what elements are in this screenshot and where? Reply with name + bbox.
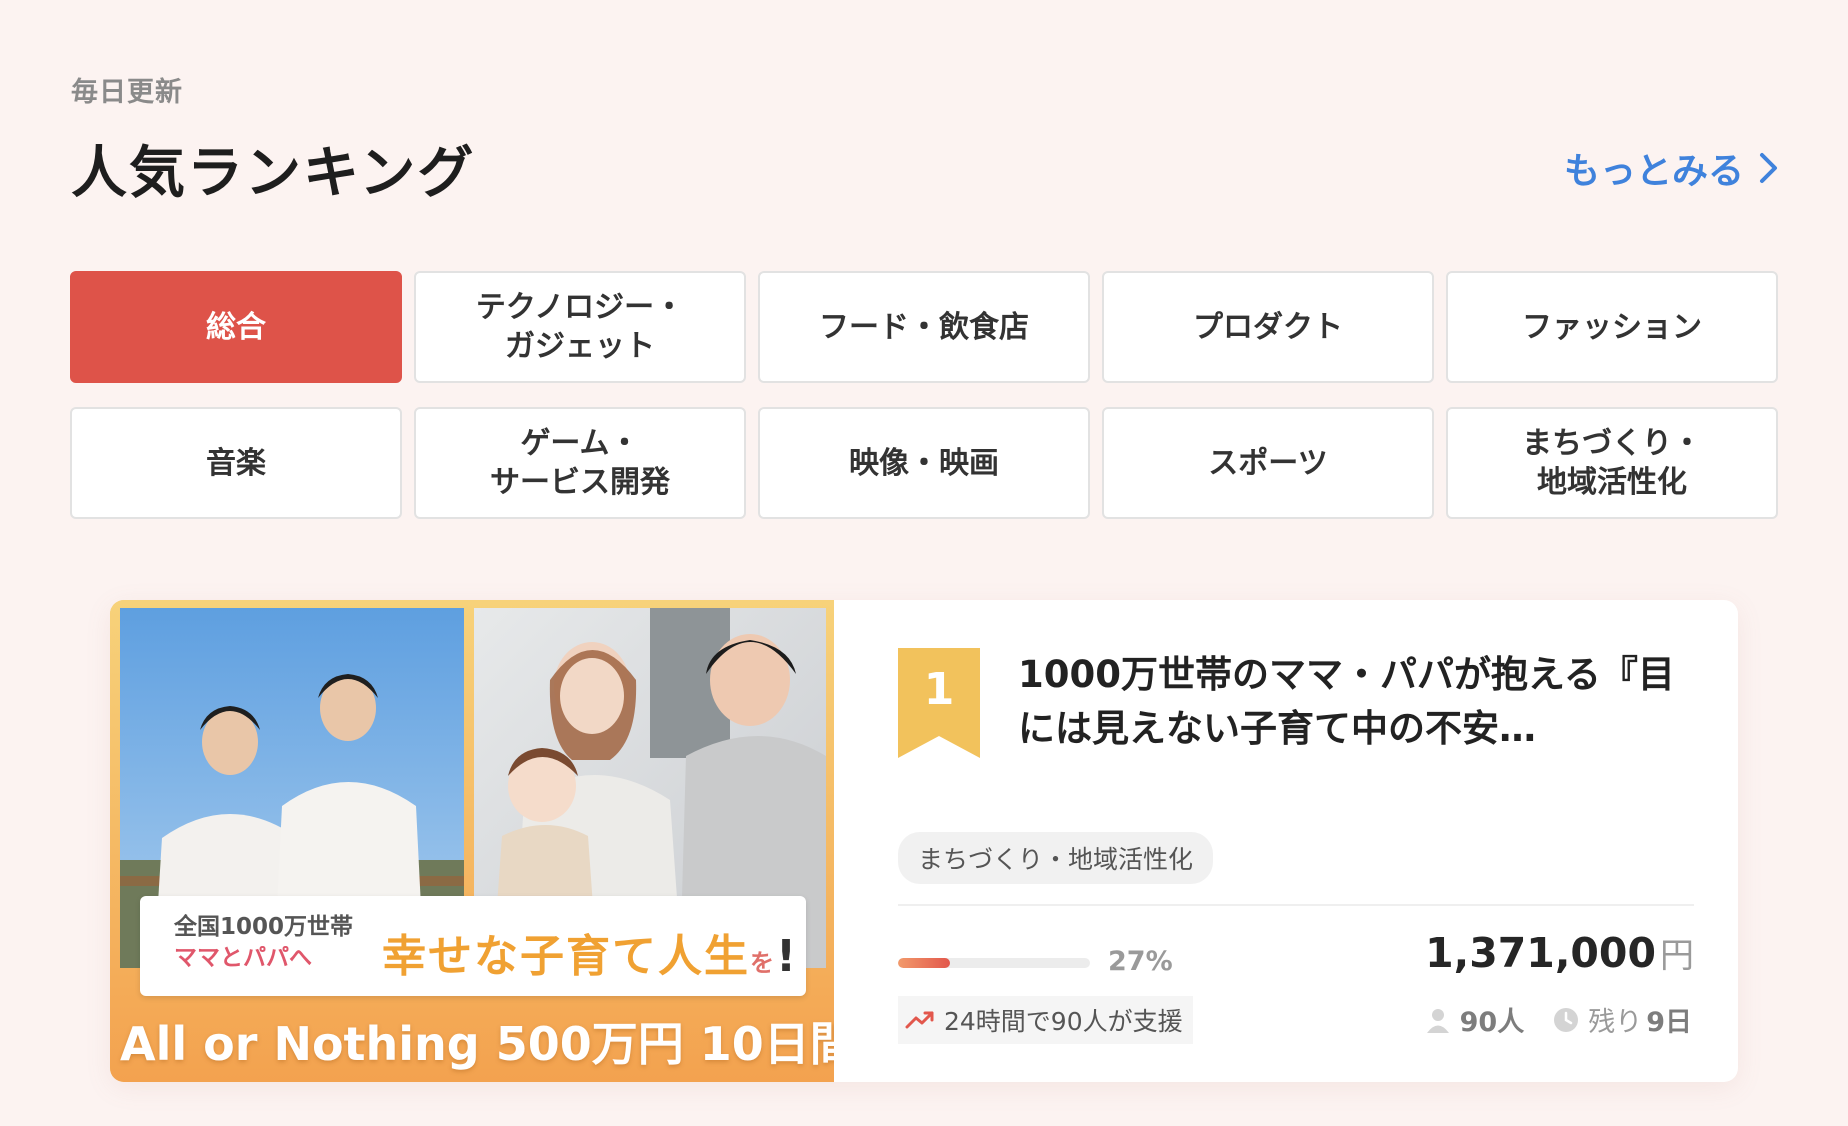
category-tab-overall[interactable]: 総合 [70, 271, 402, 383]
category-tab-fashion[interactable]: ファッション [1446, 271, 1778, 383]
category-tab-game[interactable]: ゲーム・ サービス開発 [414, 407, 746, 519]
category-tabs: 総合 テクノロジー・ ガジェット フード・飲食店 プロダクト ファッション 音楽… [70, 271, 1778, 519]
progress-bar [898, 958, 1090, 968]
project-title[interactable]: 1000万世帯のママ・パパが抱える『目には見えない子育て中の不安… [1018, 648, 1698, 755]
category-tab-sports[interactable]: スポーツ [1102, 407, 1434, 519]
category-tab-product[interactable]: プロダクト [1102, 271, 1434, 383]
banner-line-1: 全国1000万世帯 [174, 914, 354, 940]
amount-value: 1,371,000 [1425, 929, 1656, 977]
project-thumbnail[interactable]: 全国1000万世帯 ママとパパへ 幸せな子育て人生を! All or Nothi… [110, 600, 834, 1082]
progress-percent: 27% [1108, 946, 1173, 977]
more-link-label: もっとみる [1563, 151, 1744, 192]
trend-text: 24時間で90人が支援 [944, 1007, 1183, 1036]
chevron-right-icon [1760, 153, 1777, 183]
category-tab-music[interactable]: 音楽 [70, 407, 402, 519]
progress-bar-fill [898, 958, 950, 968]
ranking-section: 毎日更新 人気ランキング もっとみる 総合 テクノロジー・ ガジェット フード・… [0, 0, 1848, 1126]
category-tab-community[interactable]: まちづくり・ 地域活性化 [1446, 407, 1778, 519]
category-tab-movie[interactable]: 映像・映画 [758, 407, 1090, 519]
more-link[interactable]: もっとみる [1564, 142, 1782, 194]
section-eyebrow: 毎日更新 [71, 77, 183, 108]
thumbnail-caption: All or Nothing 500万円 10日間 [120, 1017, 834, 1071]
banner-line-2: ママとパパへ [174, 945, 312, 972]
banner-exclamation: ! [776, 931, 799, 982]
project-stats: 90人 残り 9日 [1424, 1000, 1692, 1039]
remaining-days: 9日 [1646, 1007, 1692, 1038]
trend-badge: 24時間で90人が支援 [898, 996, 1193, 1044]
category-tab-technology[interactable]: テクノロジー・ ガジェット [414, 271, 746, 383]
section-title: 人気ランキング [71, 141, 476, 206]
ranking-card[interactable]: 全国1000万世帯 ママとパパへ 幸せな子育て人生を! All or Nothi… [110, 600, 1738, 1082]
category-tag[interactable]: まちづくり・地域活性化 [898, 832, 1214, 884]
rank-number: 1 [923, 664, 955, 715]
funding-amount: 1,371,000 円 [1425, 928, 1694, 977]
banner-main-text: 幸せな子育て人生 [382, 931, 750, 982]
clock-icon [1554, 1007, 1579, 1032]
currency-unit: 円 [1660, 936, 1694, 976]
remaining-label: 残り [1588, 1007, 1643, 1038]
rank-badge: 1 [898, 648, 980, 758]
trending-up-icon [905, 1011, 934, 1029]
person-icon [1426, 1008, 1449, 1033]
category-tab-food[interactable]: フード・飲食店 [758, 271, 1090, 383]
divider [898, 904, 1694, 906]
banner-suffix: を [750, 949, 776, 977]
thumbnail-banner: 全国1000万世帯 ママとパパへ 幸せな子育て人生を! [140, 896, 806, 996]
supporters-count: 90人 [1459, 1007, 1525, 1038]
